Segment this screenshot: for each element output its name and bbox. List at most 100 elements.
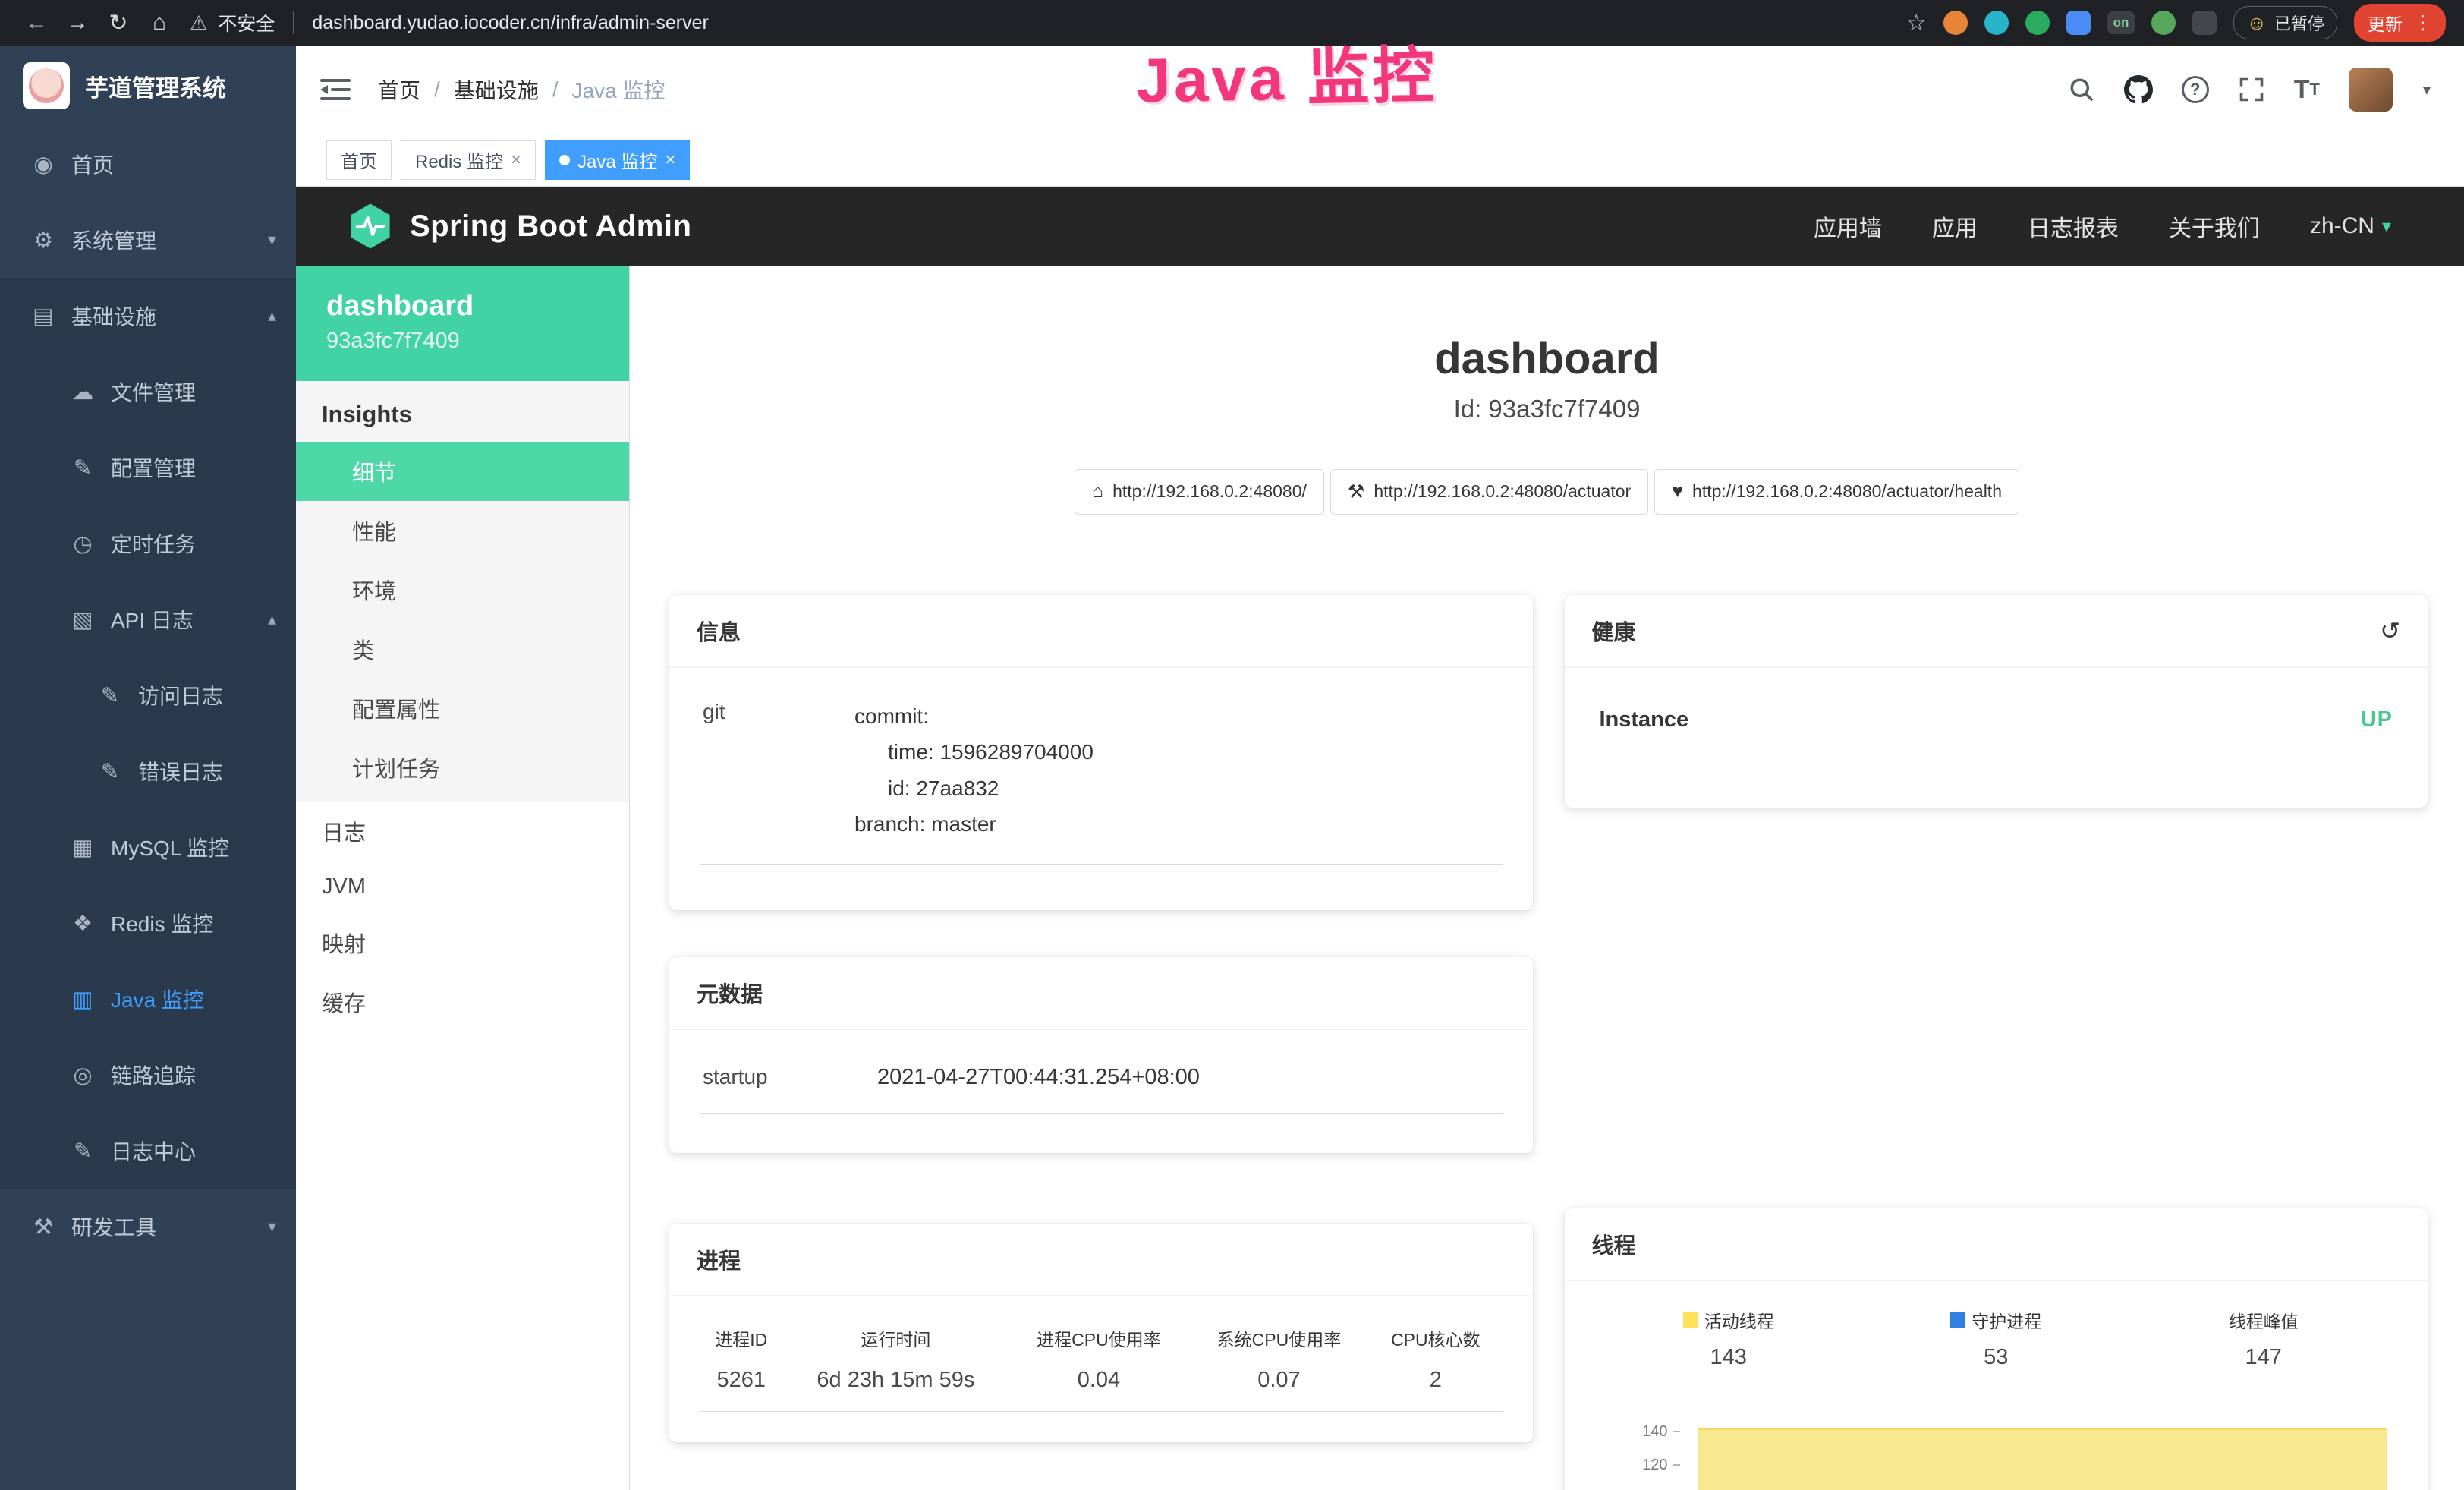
extension-icon[interactable]	[2066, 11, 2091, 35]
sba-brand-title[interactable]: Spring Boot Admin	[410, 209, 691, 244]
sidebar-item-infrastructure[interactable]: ▤ 基础设施 ▴	[0, 278, 296, 354]
sba-menu-mappings[interactable]: 映射	[296, 913, 629, 972]
url-text[interactable]: dashboard.yudao.iocoder.cn/infra/admin-s…	[312, 12, 709, 34]
breadcrumb-section[interactable]: 基础设施	[454, 74, 539, 105]
health-url-button[interactable]: ♥ http://192.168.0.2:48080/actuator/heal…	[1654, 469, 2019, 515]
sidebar-item-java-monitor[interactable]: ▥ Java 监控	[0, 961, 296, 1037]
sba-menu-scheduled-tasks[interactable]: 计划任务	[296, 738, 629, 797]
legend-label: 线程峰值	[2229, 1307, 2299, 1333]
breadcrumb-separator: /	[552, 77, 559, 102]
sba-menu-jvm[interactable]: JVM	[296, 861, 629, 913]
extension-icon[interactable]	[1984, 11, 2009, 35]
sba-nav: 应用墙 应用 日志报表 关于我们 zh-CN ▾	[1814, 209, 2391, 243]
history-icon[interactable]: ↺	[2380, 616, 2400, 645]
sidebar-item-file-management[interactable]: ☁ 文件管理	[0, 354, 296, 430]
sba-menu-logfile[interactable]: 日志	[296, 802, 629, 861]
tab-home[interactable]: 首页	[326, 140, 392, 180]
search-icon[interactable]	[2068, 76, 2095, 103]
extension-icon[interactable]	[1943, 11, 1968, 35]
sidebar-item-label: 日志中心	[111, 1136, 276, 1166]
sidebar-item-label: 基础设施	[71, 301, 262, 331]
reload-icon[interactable]: ↻	[100, 10, 137, 36]
sidebar-item-dev-tools[interactable]: ⚒ 研发工具 ▾	[0, 1189, 296, 1265]
sba-nav-about[interactable]: 关于我们	[2169, 209, 2260, 243]
sidebar-item-config-management[interactable]: ✎ 配置管理	[0, 430, 296, 506]
app-logo-row: 芋道管理系统	[0, 46, 296, 126]
sba-menu-classes[interactable]: 类	[296, 619, 629, 679]
address-bar[interactable]: ⚠ 不安全 dashboard.yudao.iocoder.cn/infra/a…	[190, 9, 709, 36]
app-frame: 芋道管理系统 ◉ 首页 ⚙ 系统管理 ▾ ▤ 基础设施 ▴ ☁ 文件管理 ✎ 配…	[0, 46, 2464, 1490]
tab-redis-monitor[interactable]: Redis 监控 ×	[401, 140, 536, 180]
back-icon[interactable]: ←	[18, 10, 55, 36]
info-value: commit: time: 1596289704000 id: 27aa832 …	[854, 698, 1499, 843]
extension-icon[interactable]	[2025, 11, 2050, 35]
help-icon[interactable]: ?	[2182, 76, 2209, 103]
sba-menu-environment[interactable]: 环境	[296, 560, 629, 619]
app-logo-image	[23, 62, 70, 109]
tools-icon: ⚒	[27, 1214, 59, 1240]
sidebar-item-home[interactable]: ◉ 首页	[0, 126, 296, 202]
sba-menu-configprops[interactable]: 配置属性	[296, 679, 629, 738]
github-icon[interactable]	[2124, 75, 2153, 104]
font-size-large-glyph: T	[2294, 75, 2310, 105]
update-button[interactable]: 更新 ⋮	[2354, 4, 2446, 42]
font-size-icon[interactable]: TT	[2294, 75, 2320, 105]
sba-nav-applications[interactable]: 应用	[1932, 209, 1978, 243]
info-row-git: git commit: time: 1596289704000 id: 27aa…	[700, 689, 1503, 865]
edit-icon: ✎	[67, 455, 99, 481]
infrastructure-icon: ▤	[27, 303, 59, 329]
extension-icon[interactable]	[2151, 11, 2176, 35]
sidebar-item-label: 研发工具	[71, 1211, 262, 1242]
info-line: id: 27aa832	[854, 770, 1499, 807]
paused-badge[interactable]: ☺ 已暂停	[2233, 6, 2337, 39]
info-line: branch: master	[854, 806, 1499, 843]
bookmark-star-icon[interactable]: ☆	[1906, 10, 1927, 36]
avatar[interactable]	[2349, 68, 2393, 112]
locale-selector[interactable]: zh-CN ▾	[2310, 213, 2391, 239]
actuator-url-label: http://192.168.0.2:48080/actuator	[1374, 481, 1631, 502]
update-label: 更新	[2368, 10, 2403, 36]
sidebar-item-tracing[interactable]: ◎ 链路追踪	[0, 1037, 296, 1113]
sba-nav-wall[interactable]: 应用墙	[1814, 209, 1882, 243]
log-icon: ✎	[94, 758, 126, 785]
sidebar-item-error-logs[interactable]: ✎ 错误日志	[0, 733, 296, 809]
heart-icon: ♥	[1672, 480, 1683, 502]
sidebar-item-system-management[interactable]: ⚙ 系统管理 ▾	[0, 202, 296, 278]
sba-menu-caches[interactable]: 缓存	[296, 972, 629, 1032]
service-url-button[interactable]: ⌂ http://192.168.0.2:48080/	[1075, 469, 1324, 515]
service-url-label: http://192.168.0.2:48080/	[1112, 481, 1307, 502]
sidebar-item-mysql-monitor[interactable]: ▦ MySQL 监控	[0, 809, 296, 885]
browser-home-icon[interactable]: ⌂	[141, 10, 178, 36]
process-table-header: 系统CPU使用率	[1189, 1316, 1370, 1356]
fullscreen-icon[interactable]	[2238, 76, 2265, 103]
card-title: 信息	[697, 615, 1506, 647]
sidebar-item-label: Redis 监控	[111, 908, 276, 938]
sidebar-item-label: 访问日志	[138, 680, 276, 710]
main-column: 首页 / 基础设施 / Java 监控 ?	[296, 46, 2464, 1490]
sidebar-item-access-logs[interactable]: ✎ 访问日志	[0, 657, 296, 733]
sba-nav-journal[interactable]: 日志报表	[2028, 209, 2119, 243]
hamburger-icon[interactable]	[320, 77, 351, 102]
sidebar-item-log-center[interactable]: ✎ 日志中心	[0, 1113, 296, 1189]
browser-menu-icon[interactable]: ⋮	[2413, 11, 2432, 34]
breadcrumb-home[interactable]: 首页	[378, 74, 420, 105]
security-label[interactable]: 不安全	[218, 9, 275, 36]
sidebar-item-api-logs[interactable]: ▧ API 日志 ▴	[0, 581, 296, 657]
extension-on-toggle[interactable]: on	[2107, 11, 2135, 34]
sidebar-item-redis-monitor[interactable]: ❖ Redis 监控	[0, 885, 296, 961]
locale-label: zh-CN	[2310, 213, 2374, 239]
actuator-url-button[interactable]: ⚒ http://192.168.0.2:48080/actuator	[1330, 469, 1648, 515]
cards-column-right: 健康 ↺ Instance UP	[1565, 595, 2428, 1490]
process-table: 进程ID 运行时间 进程CPU使用率 系统CPU使用率 CPU核心数	[700, 1316, 1503, 1412]
tab-java-monitor[interactable]: Java 监控 ×	[545, 140, 690, 180]
metadata-key: startup	[703, 1065, 877, 1090]
sba-menu-details[interactable]: 细节	[296, 442, 629, 501]
sidebar-item-scheduled-jobs[interactable]: ◷ 定时任务	[0, 506, 296, 581]
extension-icon[interactable]	[2192, 11, 2217, 35]
forward-icon[interactable]: →	[59, 10, 96, 36]
sba-menu-metrics[interactable]: 性能	[296, 501, 629, 560]
close-icon[interactable]: ×	[665, 150, 675, 171]
monitor-icon: ▥	[67, 986, 99, 1013]
close-icon[interactable]: ×	[511, 150, 521, 171]
tab-label: Java 监控	[577, 146, 657, 173]
